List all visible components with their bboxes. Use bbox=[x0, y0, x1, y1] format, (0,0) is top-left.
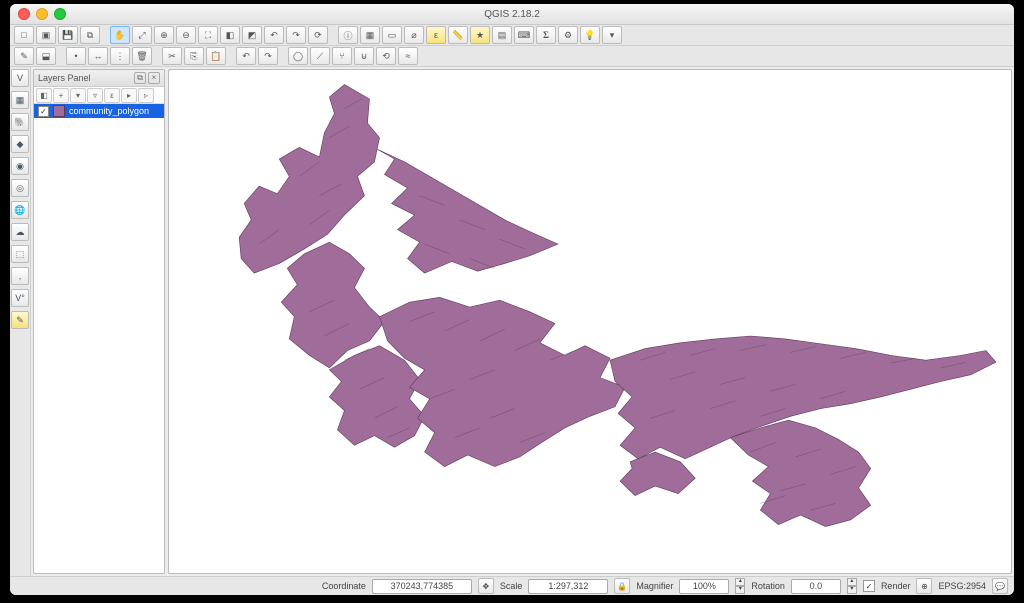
crs-label[interactable]: EPSG:2954 bbox=[938, 581, 986, 591]
layer-filter-button[interactable]: ▾ bbox=[70, 88, 86, 103]
render-label: Render bbox=[881, 581, 911, 591]
field-calculator-button[interactable]: ▤ bbox=[492, 26, 512, 44]
more-tools-button[interactable]: ▾ bbox=[602, 26, 622, 44]
save-project-button[interactable]: 💾 bbox=[58, 26, 78, 44]
toolbar-row-2: ✎ ⬓ • ↔ ⋮ 🗑 ✂ ⎘ 📋 ↶ ↷ ◯ ⟋ ⑂ ⊍ ⟲ ≈ bbox=[10, 46, 1014, 67]
select-expression-button[interactable]: ε bbox=[426, 26, 446, 44]
layer-collapse-button[interactable]: ▸ bbox=[121, 88, 137, 103]
undo-button[interactable]: ↶ bbox=[236, 47, 256, 65]
render-checkbox[interactable]: ✓ bbox=[863, 580, 875, 592]
crs-icon[interactable]: ⊕ bbox=[916, 578, 932, 594]
add-postgis-button[interactable]: 🐘 bbox=[11, 113, 29, 131]
layers-panel: Layers Panel ⧉ × ◧ + ▾ ▿ ε ▸ ▹ bbox=[33, 69, 165, 574]
select-button[interactable]: ▭ bbox=[382, 26, 402, 44]
messages-icon[interactable]: 💬 bbox=[992, 578, 1008, 594]
calculator-icon[interactable]: ⌨ bbox=[514, 26, 534, 44]
magnifier-field[interactable]: 100% bbox=[679, 579, 729, 594]
pan-selection-button[interactable]: ⤢ bbox=[132, 26, 152, 44]
app-window: QGIS 2.18.2 □ ▣ 💾 ⧉ ✋ ⤢ ⊕ ⊖ ⛶ ◧ ◩ ↶ ↷ ⟳ … bbox=[10, 4, 1014, 595]
layer-name-label: community_polygon bbox=[69, 106, 149, 116]
add-raster-layer-button[interactable]: ▦ bbox=[11, 91, 29, 109]
layer-swatch-icon bbox=[53, 105, 65, 117]
layer-expand-button[interactable]: ε bbox=[104, 88, 120, 103]
save-as-button[interactable]: ⧉ bbox=[80, 26, 100, 44]
layer-filter-icon[interactable]: ▿ bbox=[87, 88, 103, 103]
status-bar: Coordinate 370243,774385 ✥ Scale 1:297,3… bbox=[10, 576, 1014, 595]
scale-label: Scale bbox=[500, 581, 523, 591]
pan-tool-button[interactable]: ✋ bbox=[110, 26, 130, 44]
add-oracle-button[interactable]: ◎ bbox=[11, 179, 29, 197]
rotate-button[interactable]: ⟲ bbox=[376, 47, 396, 65]
map-layer-svg bbox=[169, 70, 1011, 573]
new-project-button[interactable]: □ bbox=[14, 26, 34, 44]
rotation-label: Rotation bbox=[751, 581, 785, 591]
bookmark-button[interactable]: ★ bbox=[470, 26, 490, 44]
digitize-button[interactable]: ◯ bbox=[288, 47, 308, 65]
add-vector-layer-button[interactable]: V bbox=[11, 69, 29, 87]
scale-field[interactable]: 1:297,312 bbox=[528, 579, 608, 594]
zoom-layer-button[interactable]: ◧ bbox=[220, 26, 240, 44]
layer-item[interactable]: ✓ community_polygon bbox=[34, 104, 164, 118]
titlebar[interactable]: QGIS 2.18.2 bbox=[10, 4, 1014, 25]
rotation-field[interactable]: 0.0 bbox=[791, 579, 841, 594]
open-project-button[interactable]: ▣ bbox=[36, 26, 56, 44]
rotation-spinner[interactable]: ▴▾ bbox=[847, 578, 857, 594]
add-feature-button[interactable]: • bbox=[66, 47, 86, 65]
tips-button[interactable]: 💡 bbox=[580, 26, 600, 44]
zoom-in-button[interactable]: ⊕ bbox=[154, 26, 174, 44]
new-shapefile-button[interactable]: V° bbox=[11, 289, 29, 307]
node-tool-button[interactable]: ⋮ bbox=[110, 47, 130, 65]
datasource-toolbar: V ▦ 🐘 ◆ ◉ ◎ 🌐 ☁ ⬚ , V° ✎ bbox=[10, 67, 31, 576]
layers-panel-toolbar: ◧ + ▾ ▿ ε ▸ ▹ bbox=[34, 87, 164, 104]
layer-style-button[interactable]: ◧ bbox=[36, 88, 52, 103]
add-wcs-button[interactable]: ☁ bbox=[11, 223, 29, 241]
magnifier-spinner[interactable]: ▴▾ bbox=[735, 578, 745, 594]
reshape-button[interactable]: ⟋ bbox=[310, 47, 330, 65]
add-wms-button[interactable]: 🌐 bbox=[11, 201, 29, 219]
cut-button[interactable]: ✂ bbox=[162, 47, 182, 65]
add-wfs-button[interactable]: ⬚ bbox=[11, 245, 29, 263]
add-csv-button[interactable]: , bbox=[11, 267, 29, 285]
zoom-full-button[interactable]: ⛶ bbox=[198, 26, 218, 44]
window-title: QGIS 2.18.2 bbox=[10, 9, 1014, 20]
zoom-selection-button[interactable]: ◩ bbox=[242, 26, 262, 44]
redo-button[interactable]: ↷ bbox=[258, 47, 278, 65]
magnifier-label: Magnifier bbox=[636, 581, 673, 591]
edit-toggle-button[interactable]: ✎ bbox=[14, 47, 34, 65]
toolbar-row-1: □ ▣ 💾 ⧉ ✋ ⤢ ⊕ ⊖ ⛶ ◧ ◩ ↶ ↷ ⟳ ⓘ ▦ ▭ ⌀ ε 📏 … bbox=[10, 25, 1014, 46]
measure-button[interactable]: 📏 bbox=[448, 26, 468, 44]
zoom-next-button[interactable]: ↷ bbox=[286, 26, 306, 44]
layer-add-group-button[interactable]: + bbox=[53, 88, 69, 103]
delete-button[interactable]: 🗑 bbox=[132, 47, 152, 65]
add-spatialite-button[interactable]: ◆ bbox=[11, 135, 29, 153]
zoom-out-button[interactable]: ⊖ bbox=[176, 26, 196, 44]
panel-close-icon[interactable]: × bbox=[148, 72, 160, 84]
identify-button[interactable]: ⓘ bbox=[338, 26, 358, 44]
add-virtual-layer-button[interactable]: ✎ bbox=[11, 311, 29, 329]
simplify-button[interactable]: ≈ bbox=[398, 47, 418, 65]
copy-button[interactable]: ⎘ bbox=[184, 47, 204, 65]
toolbox-button[interactable]: ⚙ bbox=[558, 26, 578, 44]
map-canvas[interactable] bbox=[168, 69, 1012, 574]
layers-panel-title: Layers Panel bbox=[38, 73, 91, 83]
panel-undock-icon[interactable]: ⧉ bbox=[134, 72, 146, 84]
deselect-button[interactable]: ⌀ bbox=[404, 26, 424, 44]
move-feature-button[interactable]: ↔ bbox=[88, 47, 108, 65]
statistics-button[interactable]: Σ bbox=[536, 26, 556, 44]
scale-lock-icon[interactable]: 🔒 bbox=[614, 578, 630, 594]
paste-button[interactable]: 📋 bbox=[206, 47, 226, 65]
coordinate-toggle-icon[interactable]: ✥ bbox=[478, 578, 494, 594]
save-edits-button[interactable]: ⬓ bbox=[36, 47, 56, 65]
coordinate-label: Coordinate bbox=[322, 581, 366, 591]
add-mssql-button[interactable]: ◉ bbox=[11, 157, 29, 175]
layer-visibility-checkbox[interactable]: ✓ bbox=[38, 106, 49, 117]
merge-button[interactable]: ⊍ bbox=[354, 47, 374, 65]
attribute-table-button[interactable]: ▦ bbox=[360, 26, 380, 44]
coordinate-field[interactable]: 370243,774385 bbox=[372, 579, 472, 594]
refresh-button[interactable]: ⟳ bbox=[308, 26, 328, 44]
split-button[interactable]: ⑂ bbox=[332, 47, 352, 65]
layer-remove-button[interactable]: ▹ bbox=[138, 88, 154, 103]
zoom-last-button[interactable]: ↶ bbox=[264, 26, 284, 44]
